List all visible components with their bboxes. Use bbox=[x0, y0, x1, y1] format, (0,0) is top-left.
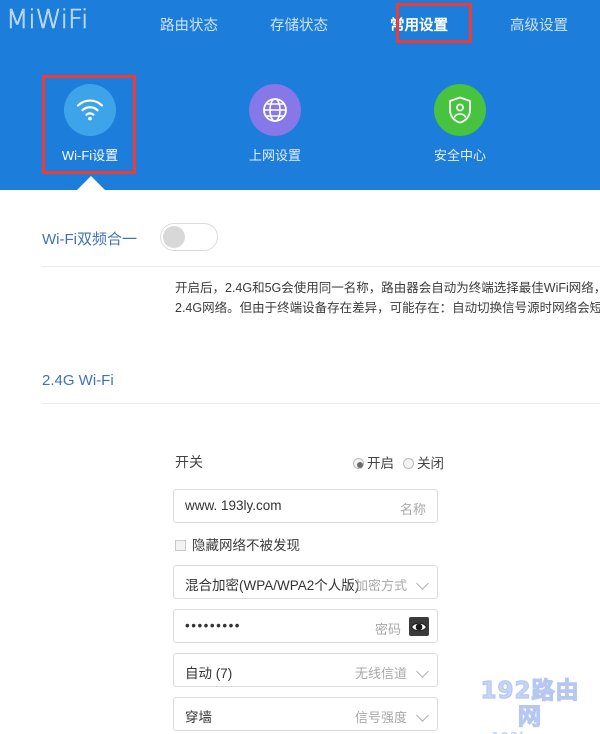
channel-value: 自动 (7) bbox=[185, 662, 232, 682]
nav-item-advanced-settings[interactable]: 高级设置 bbox=[510, 14, 568, 35]
header-bar: MiWiFi 路由状态 存储状态 常用设置 高级设置 Wi bbox=[0, 0, 600, 190]
encryption-value: 混合加密(WPA/WPA2个人版) bbox=[185, 574, 359, 594]
password-input[interactable]: ••••••••• 密码 bbox=[173, 609, 438, 643]
signal-strength-placeholder: 信号强度 bbox=[355, 707, 407, 726]
icon-shortcut-row: Wi-Fi设置 上网设置 bbox=[0, 78, 600, 178]
ssid-placeholder: 名称 bbox=[400, 499, 426, 518]
hide-network-checkbox[interactable]: 隐藏网络不被发现 bbox=[175, 534, 300, 554]
wifi-switch-label: 开关 bbox=[175, 452, 203, 472]
signal-strength-value: 穿墙 bbox=[185, 706, 212, 726]
dual-band-description-line-2: 2.4G网络。但由于终端设备存在差异，可能存在：自动切换信号源时网络会短暂中 bbox=[175, 298, 600, 318]
divider-1 bbox=[42, 266, 600, 267]
shield-person-icon bbox=[434, 84, 486, 136]
channel-select[interactable]: 自动 (7) 无线信道 bbox=[173, 653, 438, 687]
wifi-icon bbox=[64, 84, 116, 136]
active-tab-pointer bbox=[77, 176, 105, 190]
miwifi-logo: MiWiFi bbox=[6, 5, 88, 35]
password-value: ••••••••• bbox=[185, 618, 241, 633]
dual-band-description-line-1: 开启后，2.4G和5G会使用同一名称，路由器会自动为终端选择最佳WiFi网络，如 bbox=[175, 278, 600, 298]
eye-icon[interactable] bbox=[409, 617, 429, 636]
nav-item-list: 路由状态 存储状态 常用设置 高级设置 bbox=[150, 14, 600, 42]
chevron-down-icon bbox=[416, 577, 429, 590]
nav-item-router-status[interactable]: 路由状态 bbox=[160, 14, 218, 35]
nav-item-storage-status[interactable]: 存储状态 bbox=[270, 14, 328, 35]
shortcut-label-internet-settings: 上网设置 bbox=[215, 145, 335, 164]
wifi-switch-radio-group: 开启 关闭 bbox=[353, 452, 453, 472]
radio-off-marker bbox=[403, 458, 414, 469]
nav-item-common-settings[interactable]: 常用设置 bbox=[390, 14, 448, 35]
ssid-input[interactable]: www. 193ly.com 名称 bbox=[173, 489, 438, 523]
radio-on-label: 开启 bbox=[367, 456, 394, 471]
divider-2 bbox=[42, 403, 600, 404]
globe-icon bbox=[249, 84, 301, 136]
radio-option-off[interactable]: 关闭 bbox=[403, 456, 453, 471]
encryption-placeholder: 加密方式 bbox=[355, 575, 407, 594]
encryption-select[interactable]: 混合加密(WPA/WPA2个人版) 加密方式 bbox=[173, 565, 438, 599]
settings-body: Wi-Fi双频合一 开启后，2.4G和5G会使用同一名称，路由器会自动为终端选择… bbox=[0, 190, 600, 734]
shortcut-wifi-settings[interactable]: Wi-Fi设置 bbox=[30, 78, 150, 164]
top-navigation: MiWiFi 路由状态 存储状态 常用设置 高级设置 bbox=[0, 0, 600, 52]
hide-network-label: 隐藏网络不被发现 bbox=[192, 538, 300, 553]
radio-on-marker bbox=[353, 458, 364, 469]
dual-band-row: Wi-Fi双频合一 bbox=[0, 218, 600, 264]
radio-off-label: 关闭 bbox=[417, 456, 444, 471]
ssid-value: www. 193ly.com bbox=[185, 498, 282, 513]
dual-band-description: 开启后，2.4G和5G会使用同一名称，路由器会自动为终端选择最佳WiFi网络，如… bbox=[175, 278, 600, 318]
radio-option-on[interactable]: 开启 bbox=[353, 456, 403, 471]
dual-band-toggle[interactable] bbox=[160, 223, 218, 251]
chevron-down-icon bbox=[416, 665, 429, 678]
dual-band-toggle-knob bbox=[163, 226, 185, 248]
chevron-down-icon bbox=[416, 709, 429, 722]
hide-network-checkbox-box bbox=[175, 540, 186, 551]
shortcut-internet-settings[interactable]: 上网设置 bbox=[215, 78, 335, 164]
channel-placeholder: 无线信道 bbox=[355, 663, 407, 682]
dual-band-label: Wi-Fi双频合一 bbox=[42, 228, 137, 249]
miwifi-settings-page: MiWiFi 路由状态 存储状态 常用设置 高级设置 Wi bbox=[0, 0, 600, 734]
shortcut-label-wifi-settings: Wi-Fi设置 bbox=[30, 145, 150, 164]
shortcut-security-center[interactable]: 安全中心 bbox=[400, 78, 520, 164]
signal-strength-select[interactable]: 穿墙 信号强度 bbox=[173, 697, 438, 731]
section-title-24g: 2.4G Wi-Fi bbox=[42, 372, 114, 389]
password-placeholder: 密码 bbox=[375, 619, 401, 638]
shortcut-label-security-center: 安全中心 bbox=[400, 145, 520, 164]
